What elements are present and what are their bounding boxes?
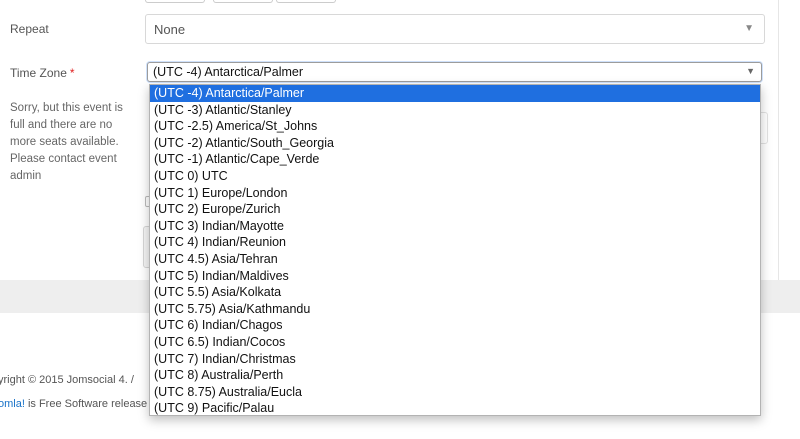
timezone-option[interactable]: (UTC -4) Antarctica/Palmer	[150, 85, 760, 102]
repeat-select-value: None	[154, 22, 186, 37]
timezone-option[interactable]: (UTC 6) Indian/Chagos	[150, 317, 760, 334]
timezone-option[interactable]: (UTC -3) Atlantic/Stanley	[150, 102, 760, 119]
timezone-option[interactable]: (UTC -1) Atlantic/Cape_Verde	[150, 151, 760, 168]
joomla-link[interactable]: omla!	[0, 398, 25, 410]
timezone-dropdown-list[interactable]: (UTC -4) Antarctica/Palmer (UTC -3) Atlan…	[149, 84, 761, 416]
footer-license: omla! is Free Software release	[0, 398, 147, 410]
footer-copyright: yright © 2015 Jomsocial 4. /	[0, 374, 134, 386]
timezone-option[interactable]: (UTC 5) Indian/Maldives	[150, 268, 760, 285]
timezone-option[interactable]: (UTC 2) Europe/Zurich	[150, 201, 760, 218]
timezone-option[interactable]: (UTC 3) Indian/Mayotte	[150, 218, 760, 235]
timezone-option[interactable]: (UTC 0) UTC	[150, 168, 760, 185]
timezone-select[interactable]: (UTC -4) Antarctica/Palmer ▼	[147, 62, 762, 82]
repeat-select[interactable]: None ▼	[145, 14, 765, 44]
timezone-option[interactable]: (UTC -2.5) America/St_Johns	[150, 118, 760, 135]
chevron-down-icon: ▼	[744, 23, 754, 34]
top-button-stub[interactable]	[276, 0, 336, 3]
timezone-option[interactable]: (UTC 8.75) Australia/Eucla	[150, 384, 760, 401]
event-full-message: Sorry, but this event is full and there …	[10, 102, 123, 182]
required-asterisk: *	[69, 66, 75, 80]
timezone-option[interactable]: (UTC 4.5) Asia/Tehran	[150, 251, 760, 268]
footer-license-text: is Free Software release	[24, 398, 148, 410]
timezone-select-value: (UTC -4) Antarctica/Palmer	[153, 65, 304, 79]
timezone-option[interactable]: (UTC 1) Europe/London	[150, 185, 760, 202]
timezone-option[interactable]: (UTC 6.5) Indian/Cocos	[150, 334, 760, 351]
repeat-label: Repeat	[10, 22, 49, 36]
timezone-option[interactable]: (UTC 5.5) Asia/Kolkata	[150, 284, 760, 301]
timezone-label-text: Time Zone	[10, 66, 67, 80]
timezone-option[interactable]: (UTC 8) Australia/Perth	[150, 367, 760, 384]
timezone-option[interactable]: (UTC -2) Atlantic/South_Georgia	[150, 135, 760, 152]
top-button-stub[interactable]	[213, 0, 273, 3]
top-button-stub[interactable]	[145, 0, 205, 3]
timezone-option[interactable]: (UTC 4) Indian/Reunion	[150, 234, 760, 251]
timezone-option[interactable]: (UTC 5.75) Asia/Kathmandu	[150, 301, 760, 318]
timezone-option[interactable]: (UTC 9) Pacific/Palau	[150, 400, 760, 415]
timezone-label: Time Zone *	[10, 66, 75, 80]
chevron-down-icon: ▼	[746, 66, 755, 76]
timezone-option[interactable]: (UTC 7) Indian/Christmas	[150, 351, 760, 368]
